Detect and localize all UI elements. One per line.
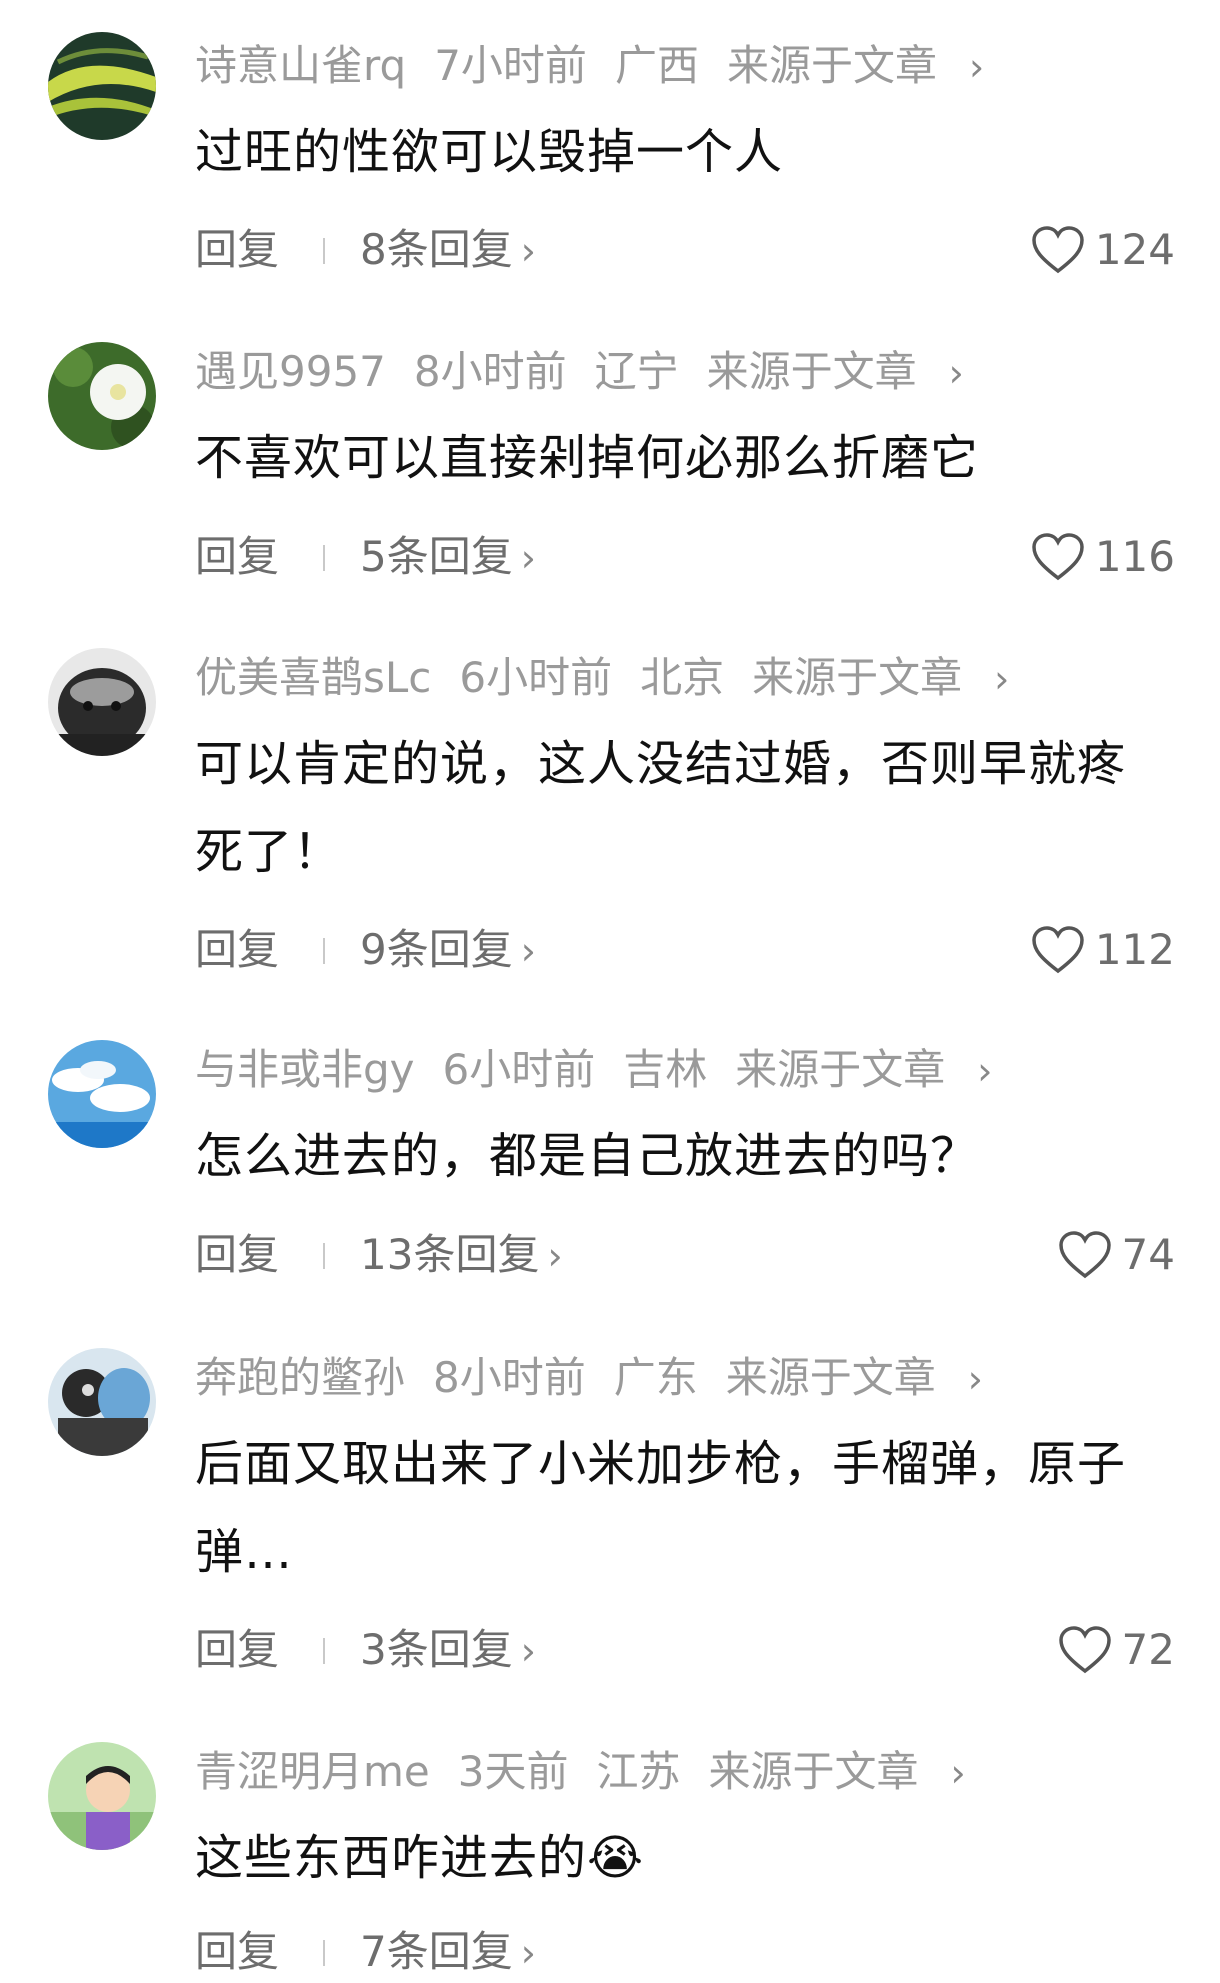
comment-meta: 遇见9957 8小时前 辽宁 来源于文章 › bbox=[195, 342, 992, 402]
reply-button[interactable]: 回复 bbox=[195, 220, 279, 280]
comment-actions: 回复 13条回复 › 74 bbox=[195, 1225, 1175, 1285]
comment-meta: 奔跑的鳖孙 8小时前 广东 来源于文章 › bbox=[195, 1348, 1011, 1408]
location: 广西 bbox=[614, 41, 699, 90]
like-count: 72 bbox=[1121, 1625, 1175, 1674]
avatar[interactable] bbox=[48, 1348, 156, 1456]
comment-text: 怎么进去的，都是自己放进去的吗？ bbox=[195, 1128, 980, 1184]
like-button[interactable]: 74 bbox=[1058, 1225, 1175, 1285]
avatar[interactable] bbox=[48, 32, 156, 140]
reply-button[interactable]: 回复 bbox=[195, 1225, 279, 1285]
chevron-right-icon: › bbox=[968, 45, 985, 89]
divider bbox=[323, 1243, 325, 1269]
comment-text: 可以肯定的说，这人没结过婚，否则早就疼死了！ bbox=[195, 736, 1127, 880]
like-count: 112 bbox=[1094, 925, 1175, 974]
source-link[interactable]: 来源于文章 › bbox=[752, 653, 1037, 702]
comment-meta: 青涩明月me 3天前 江苏 来源于文章 › bbox=[195, 1742, 994, 1802]
username[interactable]: 与非或非gy bbox=[195, 1045, 415, 1094]
view-replies-link[interactable]: 5条回复 › bbox=[360, 527, 536, 588]
comment-text: 后面又取出来了小米加步枪，手榴弹，原子弹… bbox=[195, 1436, 1127, 1580]
username[interactable]: 奔跑的鳖孙 bbox=[195, 1353, 405, 1402]
comment-text: 不喜欢可以直接剁掉何必那么折磨它 bbox=[195, 430, 980, 486]
reply-button[interactable]: 回复 bbox=[195, 1922, 279, 1982]
divider bbox=[323, 545, 325, 571]
chevron-right-icon: › bbox=[967, 1357, 983, 1401]
divider bbox=[323, 1940, 325, 1966]
timestamp: 6小时前 bbox=[459, 653, 613, 702]
comment-actions: 回复 8条回复 › 124 bbox=[195, 220, 1175, 280]
username[interactable]: 诗意山雀rq bbox=[195, 41, 406, 90]
username[interactable]: 青涩明月me bbox=[195, 1747, 430, 1796]
avatar[interactable] bbox=[48, 342, 156, 450]
heart-outline-icon bbox=[1058, 1231, 1111, 1279]
location: 吉林 bbox=[623, 1045, 708, 1094]
heart-outline-icon bbox=[1032, 226, 1084, 274]
comment-actions: 回复 9条回复 › 112 bbox=[195, 920, 1175, 980]
divider bbox=[323, 1638, 325, 1664]
chevron-right-icon: › bbox=[994, 657, 1010, 701]
comment-actions: 回复 7条回复 › bbox=[195, 1922, 1175, 1982]
like-button[interactable]: 72 bbox=[1058, 1620, 1175, 1680]
chevron-right-icon: › bbox=[520, 1931, 536, 1975]
avatar[interactable] bbox=[48, 648, 156, 756]
like-button[interactable]: 112 bbox=[1031, 920, 1175, 980]
heart-outline-icon bbox=[1058, 1626, 1111, 1674]
view-replies-link[interactable]: 3条回复 › bbox=[360, 1620, 536, 1681]
chevron-right-icon: › bbox=[520, 536, 536, 580]
timestamp: 8小时前 bbox=[413, 347, 567, 396]
chevron-right-icon: › bbox=[977, 1049, 993, 1093]
like-button[interactable]: 124 bbox=[1031, 220, 1175, 280]
source-link[interactable]: 来源于文章 › bbox=[707, 347, 992, 396]
comment-text: 这些东西咋进去的😭 bbox=[195, 1830, 645, 1886]
avatar[interactable] bbox=[48, 1742, 156, 1850]
heart-outline-icon bbox=[1032, 926, 1084, 974]
view-replies-link[interactable]: 13条回复 › bbox=[360, 1225, 563, 1286]
divider bbox=[323, 238, 325, 264]
comment-actions: 回复 3条回复 › 72 bbox=[195, 1620, 1175, 1680]
like-count: 124 bbox=[1094, 225, 1175, 274]
username[interactable]: 优美喜鹊sLc bbox=[195, 653, 431, 702]
timestamp: 6小时前 bbox=[442, 1045, 596, 1094]
comment-meta: 优美喜鹊sLc 6小时前 北京 来源于文章 › bbox=[195, 648, 1037, 708]
chevron-right-icon: › bbox=[520, 929, 536, 973]
location: 江苏 bbox=[596, 1747, 681, 1796]
timestamp: 7小时前 bbox=[434, 41, 587, 90]
view-replies-link[interactable]: 7条回复 › bbox=[360, 1922, 536, 1983]
reply-button[interactable]: 回复 bbox=[195, 527, 279, 587]
source-link[interactable]: 来源于文章 › bbox=[709, 1747, 994, 1796]
chevron-right-icon: › bbox=[520, 1629, 536, 1673]
timestamp: 3天前 bbox=[457, 1747, 569, 1796]
divider bbox=[323, 938, 325, 964]
reply-button[interactable]: 回复 bbox=[195, 920, 279, 980]
avatar[interactable] bbox=[48, 1040, 156, 1148]
heart-outline-icon bbox=[1032, 533, 1084, 581]
comment-meta: 与非或非gy 6小时前 吉林 来源于文章 › bbox=[195, 1040, 1021, 1100]
comment-actions: 回复 5条回复 › 116 bbox=[195, 527, 1175, 587]
location: 辽宁 bbox=[594, 347, 679, 396]
comment-text: 过旺的性欲可以毁掉一个人 bbox=[195, 124, 784, 180]
chevron-right-icon: › bbox=[520, 229, 536, 273]
location: 广东 bbox=[613, 1353, 698, 1402]
reply-button[interactable]: 回复 bbox=[195, 1620, 279, 1680]
like-count: 74 bbox=[1121, 1230, 1175, 1279]
location: 北京 bbox=[640, 653, 725, 702]
chevron-right-icon: › bbox=[948, 351, 964, 395]
view-replies-link[interactable]: 8条回复 › bbox=[360, 220, 536, 281]
source-link[interactable]: 来源于文章 › bbox=[735, 1045, 1020, 1094]
comment-meta: 诗意山雀rq 7小时前 广西 来源于文章 › bbox=[195, 36, 1012, 96]
like-count: 116 bbox=[1094, 532, 1175, 581]
chevron-right-icon: › bbox=[547, 1234, 563, 1278]
view-replies-link[interactable]: 9条回复 › bbox=[360, 920, 536, 981]
like-button[interactable]: 116 bbox=[1031, 527, 1175, 587]
chevron-right-icon: › bbox=[950, 1751, 966, 1795]
source-link[interactable]: 来源于文章 › bbox=[726, 1353, 1011, 1402]
timestamp: 8小时前 bbox=[433, 1353, 586, 1402]
source-link[interactable]: 来源于文章 › bbox=[727, 41, 1012, 90]
username[interactable]: 遇见9957 bbox=[195, 347, 386, 396]
